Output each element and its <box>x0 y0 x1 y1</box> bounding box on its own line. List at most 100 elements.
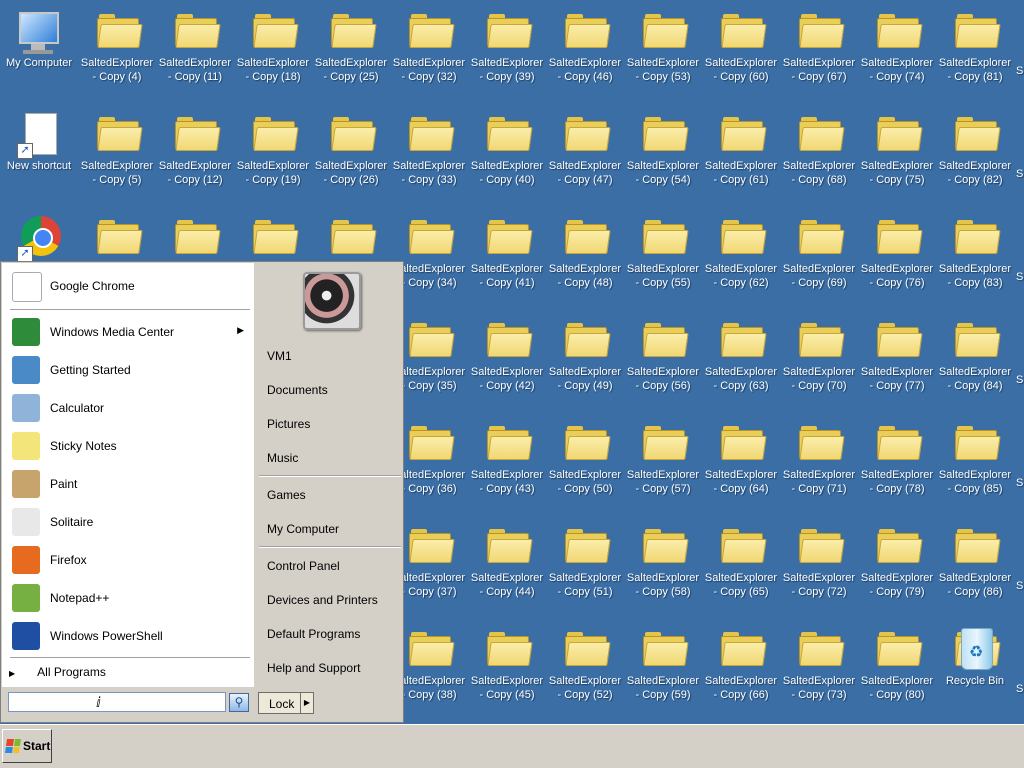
start-menu-item-solitaire[interactable]: Solitaire <box>8 505 252 539</box>
folder-icon <box>483 626 533 674</box>
desktop-folder[interactable]: SaltedExplorer - Copy (72) <box>780 515 858 599</box>
desktop-folder[interactable]: SaltedExplorer - Copy (40) <box>468 103 546 187</box>
start-menu-item-chrome[interactable]: Google Chrome <box>8 269 252 303</box>
desktop-folder[interactable]: SaltedExplorer - Copy (48) <box>546 206 624 290</box>
desktop-folder[interactable]: SaltedExplorer - Copy (70) <box>780 309 858 393</box>
desktop-folder[interactable]: SaltedExplorer - Copy (84) <box>936 309 1014 393</box>
desktop-folder[interactable]: SaltedExplorer - Copy (49) <box>546 309 624 393</box>
start-menu-item-powershell[interactable]: Windows PowerShell <box>8 619 252 653</box>
desktop-folder[interactable]: SaltedExplorer - Copy (76) <box>858 206 936 290</box>
start-menu-place-my-computer[interactable]: My Computer <box>267 522 339 536</box>
desktop-partial-label: S <box>1016 168 1024 180</box>
start-menu-place-music[interactable]: Music <box>267 451 298 465</box>
desktop-folder[interactable]: SaltedExplorer - Copy (61) <box>702 103 780 187</box>
desktop-folder[interactable]: SaltedExplorer - Copy (65) <box>702 515 780 599</box>
desktop-folder[interactable]: SaltedExplorer - Copy (46) <box>546 0 624 84</box>
desktop-folder[interactable]: SaltedExplorer - Copy (58) <box>624 515 702 599</box>
desktop-folder[interactable]: SaltedExplorer - Copy (39) <box>468 0 546 84</box>
desktop-folder[interactable]: SaltedExplorer - Copy (64) <box>702 412 780 496</box>
desktop-folder[interactable]: SaltedExplorer - Copy (43) <box>468 412 546 496</box>
desktop-icon-chrome-shortcut[interactable]: ➚ <box>0 206 78 262</box>
magnifier-icon: ⚲ <box>234 695 244 709</box>
desktop-icon-computer[interactable]: My Computer <box>0 0 78 70</box>
desktop-folder[interactable]: SaltedExplorer - Copy (42) <box>468 309 546 393</box>
start-button[interactable]: Start <box>2 729 52 763</box>
desktop-folder[interactable]: SaltedExplorer - Copy (68) <box>780 103 858 187</box>
desktop-folder[interactable]: SaltedExplorer - Copy (69) <box>780 206 858 290</box>
desktop-folder[interactable]: SaltedExplorer - Copy (25) <box>312 0 390 84</box>
desktop-folder[interactable]: SaltedExplorer - Copy (59) <box>624 618 702 702</box>
start-menu-item-firefox[interactable]: Firefox <box>8 543 252 577</box>
desktop-folder[interactable]: SaltedExplorer - Copy (77) <box>858 309 936 393</box>
desktop-folder[interactable]: SaltedExplorer - Copy (81) <box>936 0 1014 84</box>
desktop-folder[interactable]: SaltedExplorer - Copy (74) <box>858 0 936 84</box>
desktop-folder[interactable]: SaltedExplorer - Copy (71) <box>780 412 858 496</box>
start-menu-place-documents[interactable]: Documents <box>267 383 328 397</box>
desktop-folder[interactable]: SaltedExplorer - Copy (41) <box>468 206 546 290</box>
start-menu-place-default-programs[interactable]: Default Programs <box>267 627 360 641</box>
desktop-folder[interactable]: SaltedExplorer - Copy (63) <box>702 309 780 393</box>
desktop-folder[interactable]: SaltedExplorer - Copy (44) <box>468 515 546 599</box>
desktop-folder[interactable]: SaltedExplorer - Copy (78) <box>858 412 936 496</box>
desktop-folder[interactable]: SaltedExplorer - Copy (11) <box>156 0 234 84</box>
desktop-folder[interactable]: SaltedExplorer - Copy (85) <box>936 412 1014 496</box>
desktop-folder[interactable]: SaltedExplorer - Copy (52) <box>546 618 624 702</box>
start-menu-place-help-and-support[interactable]: Help and Support <box>267 661 360 675</box>
desktop-folder[interactable]: SaltedExplorer - Copy (66) <box>702 618 780 702</box>
start-menu-place-vm1[interactable]: VM1 <box>267 349 292 363</box>
start-menu-place-control-panel[interactable]: Control Panel <box>267 559 340 573</box>
desktop-folder[interactable]: SaltedExplorer - Copy (45) <box>468 618 546 702</box>
desktop-folder[interactable]: SaltedExplorer - Copy (54) <box>624 103 702 187</box>
desktop-folder[interactable]: SaltedExplorer - Copy (47) <box>546 103 624 187</box>
desktop-folder[interactable]: SaltedExplorer - Copy (60) <box>702 0 780 84</box>
desktop-icon-label: - Copy (46) <box>557 71 613 83</box>
start-menu-item-notepadpp[interactable]: Notepad++ <box>8 581 252 615</box>
desktop-folder[interactable]: SaltedExplorer - Copy (18) <box>234 0 312 84</box>
desktop-folder[interactable]: SaltedExplorer - Copy (67) <box>780 0 858 84</box>
desktop-folder[interactable]: SaltedExplorer - Copy (50) <box>546 412 624 496</box>
start-menu-item-sticky-notes[interactable]: Sticky Notes <box>8 429 252 463</box>
desktop-folder[interactable]: SaltedExplorer - Copy (19) <box>234 103 312 187</box>
desktop-folder[interactable] <box>312 206 390 262</box>
desktop-folder[interactable]: SaltedExplorer - Copy (26) <box>312 103 390 187</box>
desktop-icon-label: - Copy (19) <box>245 174 301 186</box>
search-input[interactable] <box>8 692 226 712</box>
desktop-icon-document-shortcut[interactable]: ➚ New shortcut <box>0 103 78 173</box>
start-menu-place-games[interactable]: Games <box>267 488 306 502</box>
lock-button[interactable]: Lock ▶ <box>258 692 314 714</box>
desktop-folder[interactable]: SaltedExplorer - Copy (56) <box>624 309 702 393</box>
desktop-folder[interactable]: SaltedExplorer - Copy (51) <box>546 515 624 599</box>
all-programs-button[interactable]: ▶ All Programs <box>9 665 106 679</box>
desktop-folder[interactable]: SaltedExplorer - Copy (32) <box>390 0 468 84</box>
search-button[interactable]: ⚲ <box>229 693 249 712</box>
lock-options-arrow-icon[interactable]: ▶ <box>300 693 313 713</box>
desktop-folder[interactable] <box>156 206 234 262</box>
desktop-folder[interactable]: SaltedExplorer - Copy (82) <box>936 103 1014 187</box>
start-menu-item-paint[interactable]: Paint <box>8 467 252 501</box>
desktop-folder[interactable]: SaltedExplorer - Copy (83) <box>936 206 1014 290</box>
start-menu-place-pictures[interactable]: Pictures <box>267 417 310 431</box>
desktop-folder[interactable] <box>78 206 156 262</box>
desktop-folder[interactable]: SaltedExplorer - Copy (62) <box>702 206 780 290</box>
desktop-folder[interactable]: SaltedExplorer - Copy (75) <box>858 103 936 187</box>
start-menu-place-devices-and-printers[interactable]: Devices and Printers <box>267 593 378 607</box>
start-menu-item-getting-started[interactable]: Getting Started <box>8 353 252 387</box>
desktop-folder[interactable]: SaltedExplorer - Copy (57) <box>624 412 702 496</box>
start-menu-item-media-center[interactable]: Windows Media Center ▶ <box>8 315 252 349</box>
desktop-folder[interactable]: SaltedExplorer - Copy (55) <box>624 206 702 290</box>
desktop-folder[interactable]: SaltedExplorer - Copy (73) <box>780 618 858 702</box>
start-menu-item-calculator[interactable]: Calculator <box>8 391 252 425</box>
desktop-icon-recycle-bin[interactable]: ♻ Recycle Bin <box>936 618 1014 688</box>
desktop-folder[interactable]: SaltedExplorer - Copy (80) <box>858 618 936 702</box>
user-avatar[interactable] <box>303 272 361 330</box>
desktop-folder[interactable]: SaltedExplorer - Copy (79) <box>858 515 936 599</box>
desktop-icon-label: - Copy (66) <box>713 689 769 701</box>
desktop-folder[interactable]: SaltedExplorer - Copy (12) <box>156 103 234 187</box>
desktop-folder[interactable]: SaltedExplorer - Copy (33) <box>390 103 468 187</box>
desktop-folder[interactable]: SaltedExplorer - Copy (53) <box>624 0 702 84</box>
desktop-folder[interactable]: SaltedExplorer - Copy (5) <box>78 103 156 187</box>
desktop-icon-label: - Copy (76) <box>869 277 925 289</box>
desktop-folder[interactable]: SaltedExplorer - Copy (86) <box>936 515 1014 599</box>
desktop-folder[interactable]: SaltedExplorer - Copy (4) <box>78 0 156 84</box>
desktop-folder[interactable] <box>234 206 312 262</box>
